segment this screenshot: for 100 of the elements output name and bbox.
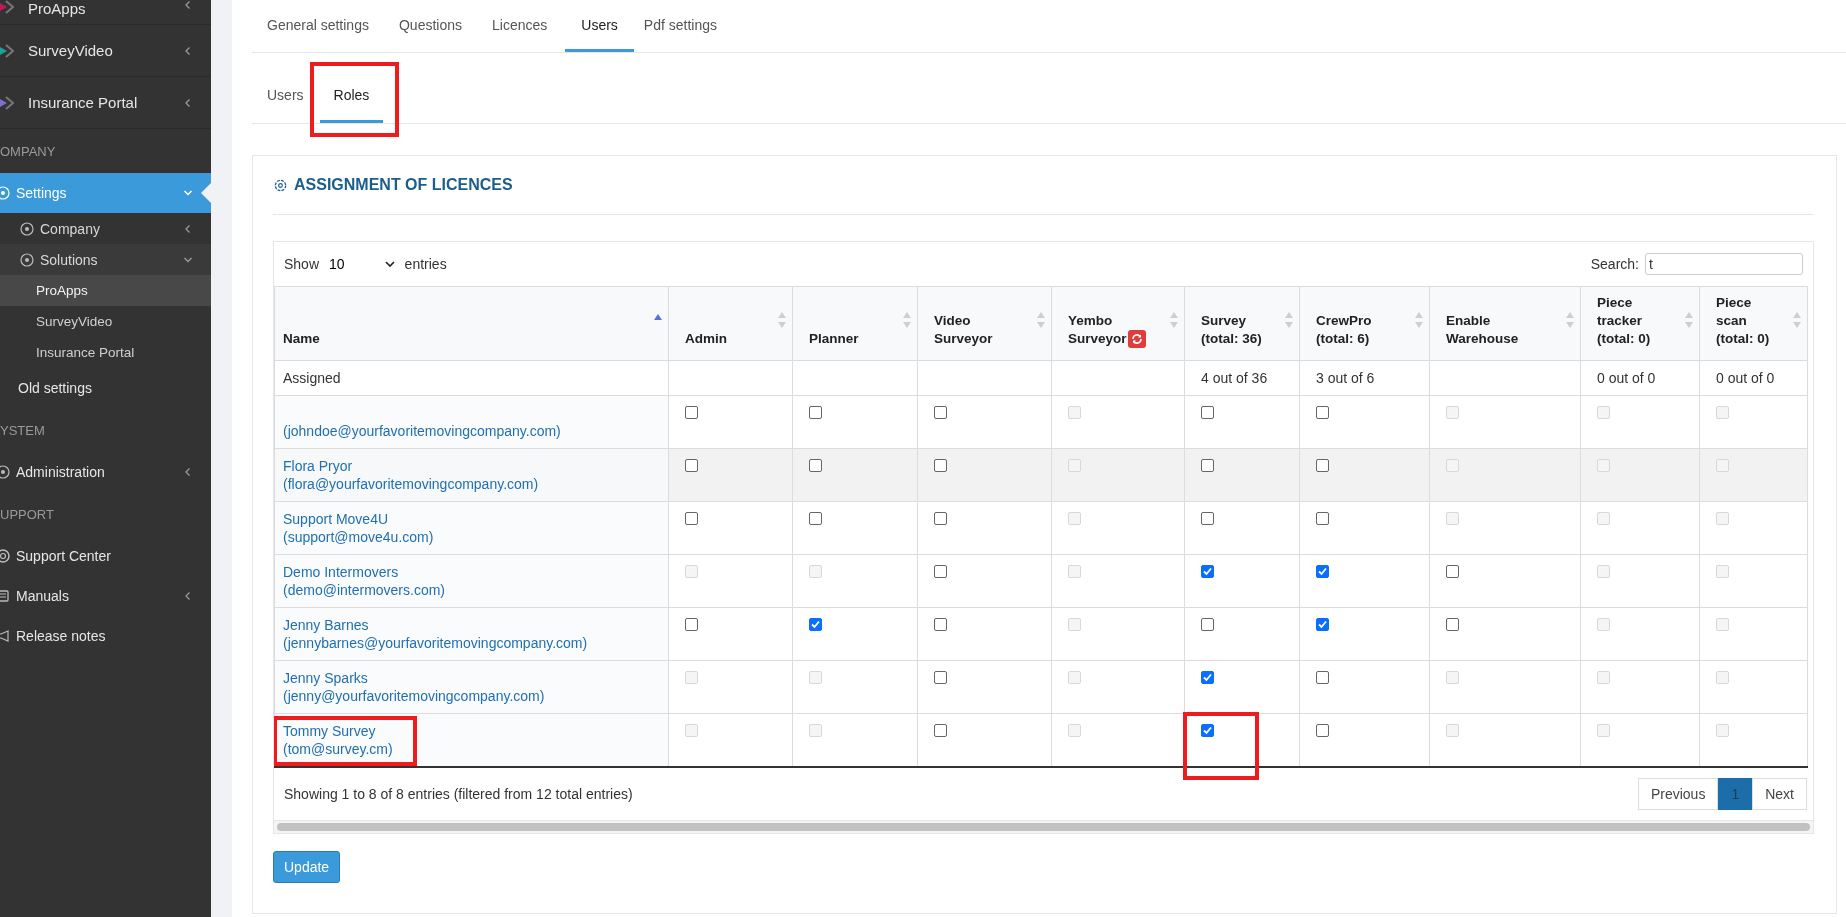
user-email-link[interactable]: (tom@survey.cm) xyxy=(283,740,393,758)
checkbox[interactable] xyxy=(809,512,822,525)
sort-icon xyxy=(778,311,786,329)
user-name-link[interactable]: Flora Pryor xyxy=(283,457,353,475)
tab[interactable]: Roles xyxy=(319,70,384,123)
sort-icon xyxy=(1037,311,1045,329)
checkbox[interactable] xyxy=(1316,565,1329,578)
sort-icon xyxy=(1566,311,1574,329)
column-header[interactable]: Yembo Surveyor xyxy=(1051,286,1185,361)
tab[interactable]: Users xyxy=(267,70,318,123)
user-name-link[interactable]: Support Move4U xyxy=(283,510,389,528)
sidebar-subitem[interactable]: Insurance Portal xyxy=(0,337,211,368)
sort-icon xyxy=(1285,311,1293,329)
checkbox[interactable] xyxy=(1316,671,1329,684)
sidebar-item[interactable]: Manuals xyxy=(0,576,211,616)
checkbox[interactable] xyxy=(685,618,698,631)
gear-icon xyxy=(0,186,10,200)
checkbox[interactable] xyxy=(1446,618,1459,631)
megaphone-icon xyxy=(0,629,10,643)
horizontal-scrollbar[interactable] xyxy=(274,819,1813,833)
sort-icon xyxy=(903,311,911,329)
checkbox[interactable] xyxy=(1201,459,1214,472)
checkbox[interactable] xyxy=(1201,512,1214,525)
user-name-link[interactable]: Tommy Survey xyxy=(283,722,376,740)
checkbox[interactable] xyxy=(1201,565,1214,578)
table-info: Showing 1 to 8 of 8 entries (filtered from 12 total entries) xyxy=(284,785,633,802)
user-email-link[interactable]: (demo@intermovers.com) xyxy=(283,581,446,599)
sidebar-subitem[interactable]: Solutions xyxy=(0,244,211,275)
user-name-link[interactable]: Demo Intermovers xyxy=(283,563,399,581)
tab[interactable]: Users xyxy=(565,0,634,52)
column-header[interactable]: Piece scan (total: 0) xyxy=(1699,286,1808,361)
checkbox[interactable] xyxy=(685,406,698,419)
checkbox[interactable] xyxy=(1316,406,1329,419)
column-header[interactable]: Enable Warehouse xyxy=(1429,286,1581,361)
checkbox[interactable] xyxy=(809,406,822,419)
search-field[interactable]: t xyxy=(1645,253,1803,275)
user-email-link[interactable]: (jennybarnes@yourfavoritemovingcompany.com) xyxy=(283,634,588,652)
column-header[interactable]: Admin xyxy=(668,286,793,361)
checkbox[interactable] xyxy=(1201,618,1214,631)
user-email-link[interactable]: (flora@yourfavoritemovingcompany.com) xyxy=(283,475,539,493)
column-header[interactable]: Planner xyxy=(792,286,918,361)
checkbox[interactable] xyxy=(1316,459,1329,472)
user-name-link[interactable]: Jenny Sparks xyxy=(283,669,368,687)
checkbox[interactable] xyxy=(809,459,822,472)
column-header[interactable]: Survey (total: 36) xyxy=(1184,286,1300,361)
column-header[interactable]: Piece tracker (total: 0) xyxy=(1580,286,1700,361)
checkbox[interactable] xyxy=(934,406,947,419)
tab[interactable]: Pdf settings xyxy=(643,0,737,52)
checkbox[interactable] xyxy=(1201,671,1214,684)
previous-button[interactable]: Previous xyxy=(1637,777,1719,810)
sidebar-item[interactable]: Administration xyxy=(0,452,211,492)
checkbox[interactable] xyxy=(934,671,947,684)
column-header[interactable]: CrewPro (total: 6) xyxy=(1299,286,1430,361)
sidebar-item[interactable]: Old settings xyxy=(0,368,211,408)
sort-ascending-icon xyxy=(654,313,662,321)
checkbox[interactable] xyxy=(1316,724,1329,737)
checkbox[interactable] xyxy=(685,512,698,525)
assigned-count: 3 out of 6 xyxy=(1316,370,1375,386)
checkbox[interactable] xyxy=(934,512,947,525)
chevron-left-icon xyxy=(183,45,193,56)
refresh-icon xyxy=(1130,333,1143,345)
sort-icon xyxy=(1793,311,1801,329)
checkbox[interactable] xyxy=(934,724,947,737)
checkbox[interactable] xyxy=(1201,724,1214,737)
column-header[interactable]: Video Surveyor xyxy=(917,286,1052,361)
sidebar-section-label: YSTEM xyxy=(0,422,45,438)
sidebar-section-label: OMPANY xyxy=(0,143,56,159)
sidebar-subitem[interactable]: Company xyxy=(0,213,211,244)
checkbox[interactable] xyxy=(1201,406,1214,419)
book-icon xyxy=(0,589,10,603)
app-logo-icon xyxy=(0,43,14,58)
sidebar-subitem[interactable]: ProApps xyxy=(0,275,211,306)
sidebar-item[interactable]: Release notes xyxy=(0,616,211,656)
sidebar-item[interactable]: Support Center xyxy=(0,536,211,576)
checkbox[interactable] xyxy=(1316,512,1329,525)
checkbox[interactable] xyxy=(934,565,947,578)
tab[interactable]: Licences xyxy=(492,0,568,52)
show-label: Show xyxy=(284,256,320,272)
assigned-label: Assigned xyxy=(283,370,341,386)
user-email-link[interactable]: (support@move4u.com) xyxy=(283,528,434,546)
app-logo-icon xyxy=(0,0,14,14)
sidebar-item[interactable]: ProApps xyxy=(0,0,211,25)
checkbox[interactable] xyxy=(934,618,947,631)
chevron-left-icon xyxy=(183,0,193,10)
sidebar-subitem[interactable]: SurveyVideo xyxy=(0,306,211,337)
checkbox[interactable] xyxy=(1316,618,1329,631)
chevron-down-icon xyxy=(183,188,193,198)
user-name-link[interactable]: Jenny Barnes xyxy=(283,616,369,634)
tab[interactable]: Questions xyxy=(398,0,482,52)
checkbox[interactable] xyxy=(1446,565,1459,578)
tab[interactable]: General settings xyxy=(267,0,389,52)
refresh-button[interactable] xyxy=(1127,330,1146,348)
chevron-left-icon xyxy=(183,467,193,477)
next-button[interactable]: Next xyxy=(1752,777,1807,810)
user-email-link[interactable]: (jenny@yourfavoritemovingcompany.com) xyxy=(283,687,545,705)
column-header[interactable]: Name xyxy=(274,286,669,361)
chevron-left-icon xyxy=(183,97,193,108)
checkbox[interactable] xyxy=(934,459,947,472)
checkbox[interactable] xyxy=(809,618,822,631)
checkbox[interactable] xyxy=(685,459,698,472)
